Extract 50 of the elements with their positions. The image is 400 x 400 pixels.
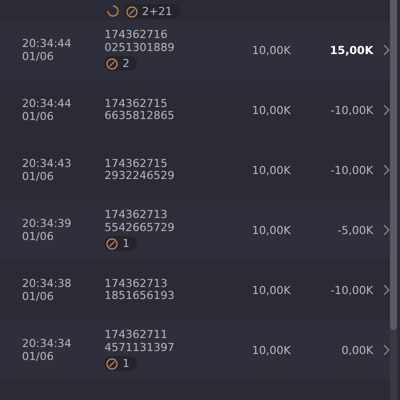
id-text: 5542665729 <box>104 222 174 234</box>
result-text: 15,00K <box>328 44 374 56</box>
time-text: 20:34:44 <box>22 97 72 110</box>
amount-text: 10,00K <box>250 224 292 236</box>
amount-text: 10,00K <box>250 284 292 296</box>
amount-text: 10,00K <box>250 44 292 56</box>
amount-text: 10,00K <box>250 164 292 176</box>
time-text: 20:34:38 <box>22 277 72 290</box>
date-text: 01/06 <box>22 170 55 183</box>
time-text: 20:34:39 <box>22 217 72 230</box>
result-text: -10,00K <box>330 104 374 116</box>
bet-row[interactable]: 20:34:34 01/06 174362711 4571131397 1 10,00K 0,00K <box>0 320 390 380</box>
chevron-right-icon[interactable] <box>383 284 390 296</box>
id-text: 1851656193 <box>104 290 174 302</box>
id-text: 0251301889 <box>104 42 174 54</box>
count-badge: 1 <box>104 356 138 371</box>
scrollbar-thumb[interactable] <box>390 0 397 330</box>
chevron-right-icon[interactable] <box>383 44 390 56</box>
chevron-right-icon[interactable] <box>383 104 390 116</box>
date-text: 01/06 <box>22 230 55 243</box>
id-text: 174362713 <box>104 278 168 290</box>
time-text: 20:34:43 <box>22 157 72 170</box>
date-text: 01/06 <box>22 50 55 63</box>
date-text: 01/06 <box>22 290 55 303</box>
id-text: 6635812865 <box>104 110 174 122</box>
result-text: -5,00K <box>336 224 374 236</box>
bet-row[interactable]: 20:34:39 01/06 174362713 5542665729 1 10,00K -5,00K <box>0 200 390 260</box>
id-text: 174362715 <box>104 158 168 170</box>
id-text: 4571131397 <box>104 342 174 354</box>
amount-text: 10,00K <box>250 104 292 116</box>
count-badge: 1 <box>104 236 138 251</box>
id-text: 2932246529 <box>104 170 174 182</box>
bet-row[interactable]: 20:34:44 01/06 174362716 0251301889 2 10,00K 15,00K <box>0 20 390 80</box>
result-text: -10,00K <box>330 284 374 296</box>
id-text: 174362715 <box>104 98 168 110</box>
chevron-right-icon[interactable] <box>383 164 390 176</box>
id-text: 174362716 <box>104 29 168 42</box>
amount-text: 10,00K <box>250 344 292 356</box>
date-text: 01/06 <box>22 110 55 123</box>
id-text: 174362711 <box>104 329 168 342</box>
id-text: 174362713 <box>104 209 168 222</box>
result-text: -10,00K <box>330 164 374 176</box>
date-text: 01/06 <box>22 350 55 363</box>
time-text: 20:34:34 <box>22 337 72 350</box>
time-text: 20:34:44 <box>22 37 72 50</box>
chevron-right-icon[interactable] <box>383 224 390 236</box>
result-text: 0,00K <box>340 344 374 356</box>
count-badge: 2 <box>104 56 138 71</box>
chevron-right-icon[interactable] <box>383 344 390 356</box>
count-badge: 2+21 <box>124 4 180 19</box>
